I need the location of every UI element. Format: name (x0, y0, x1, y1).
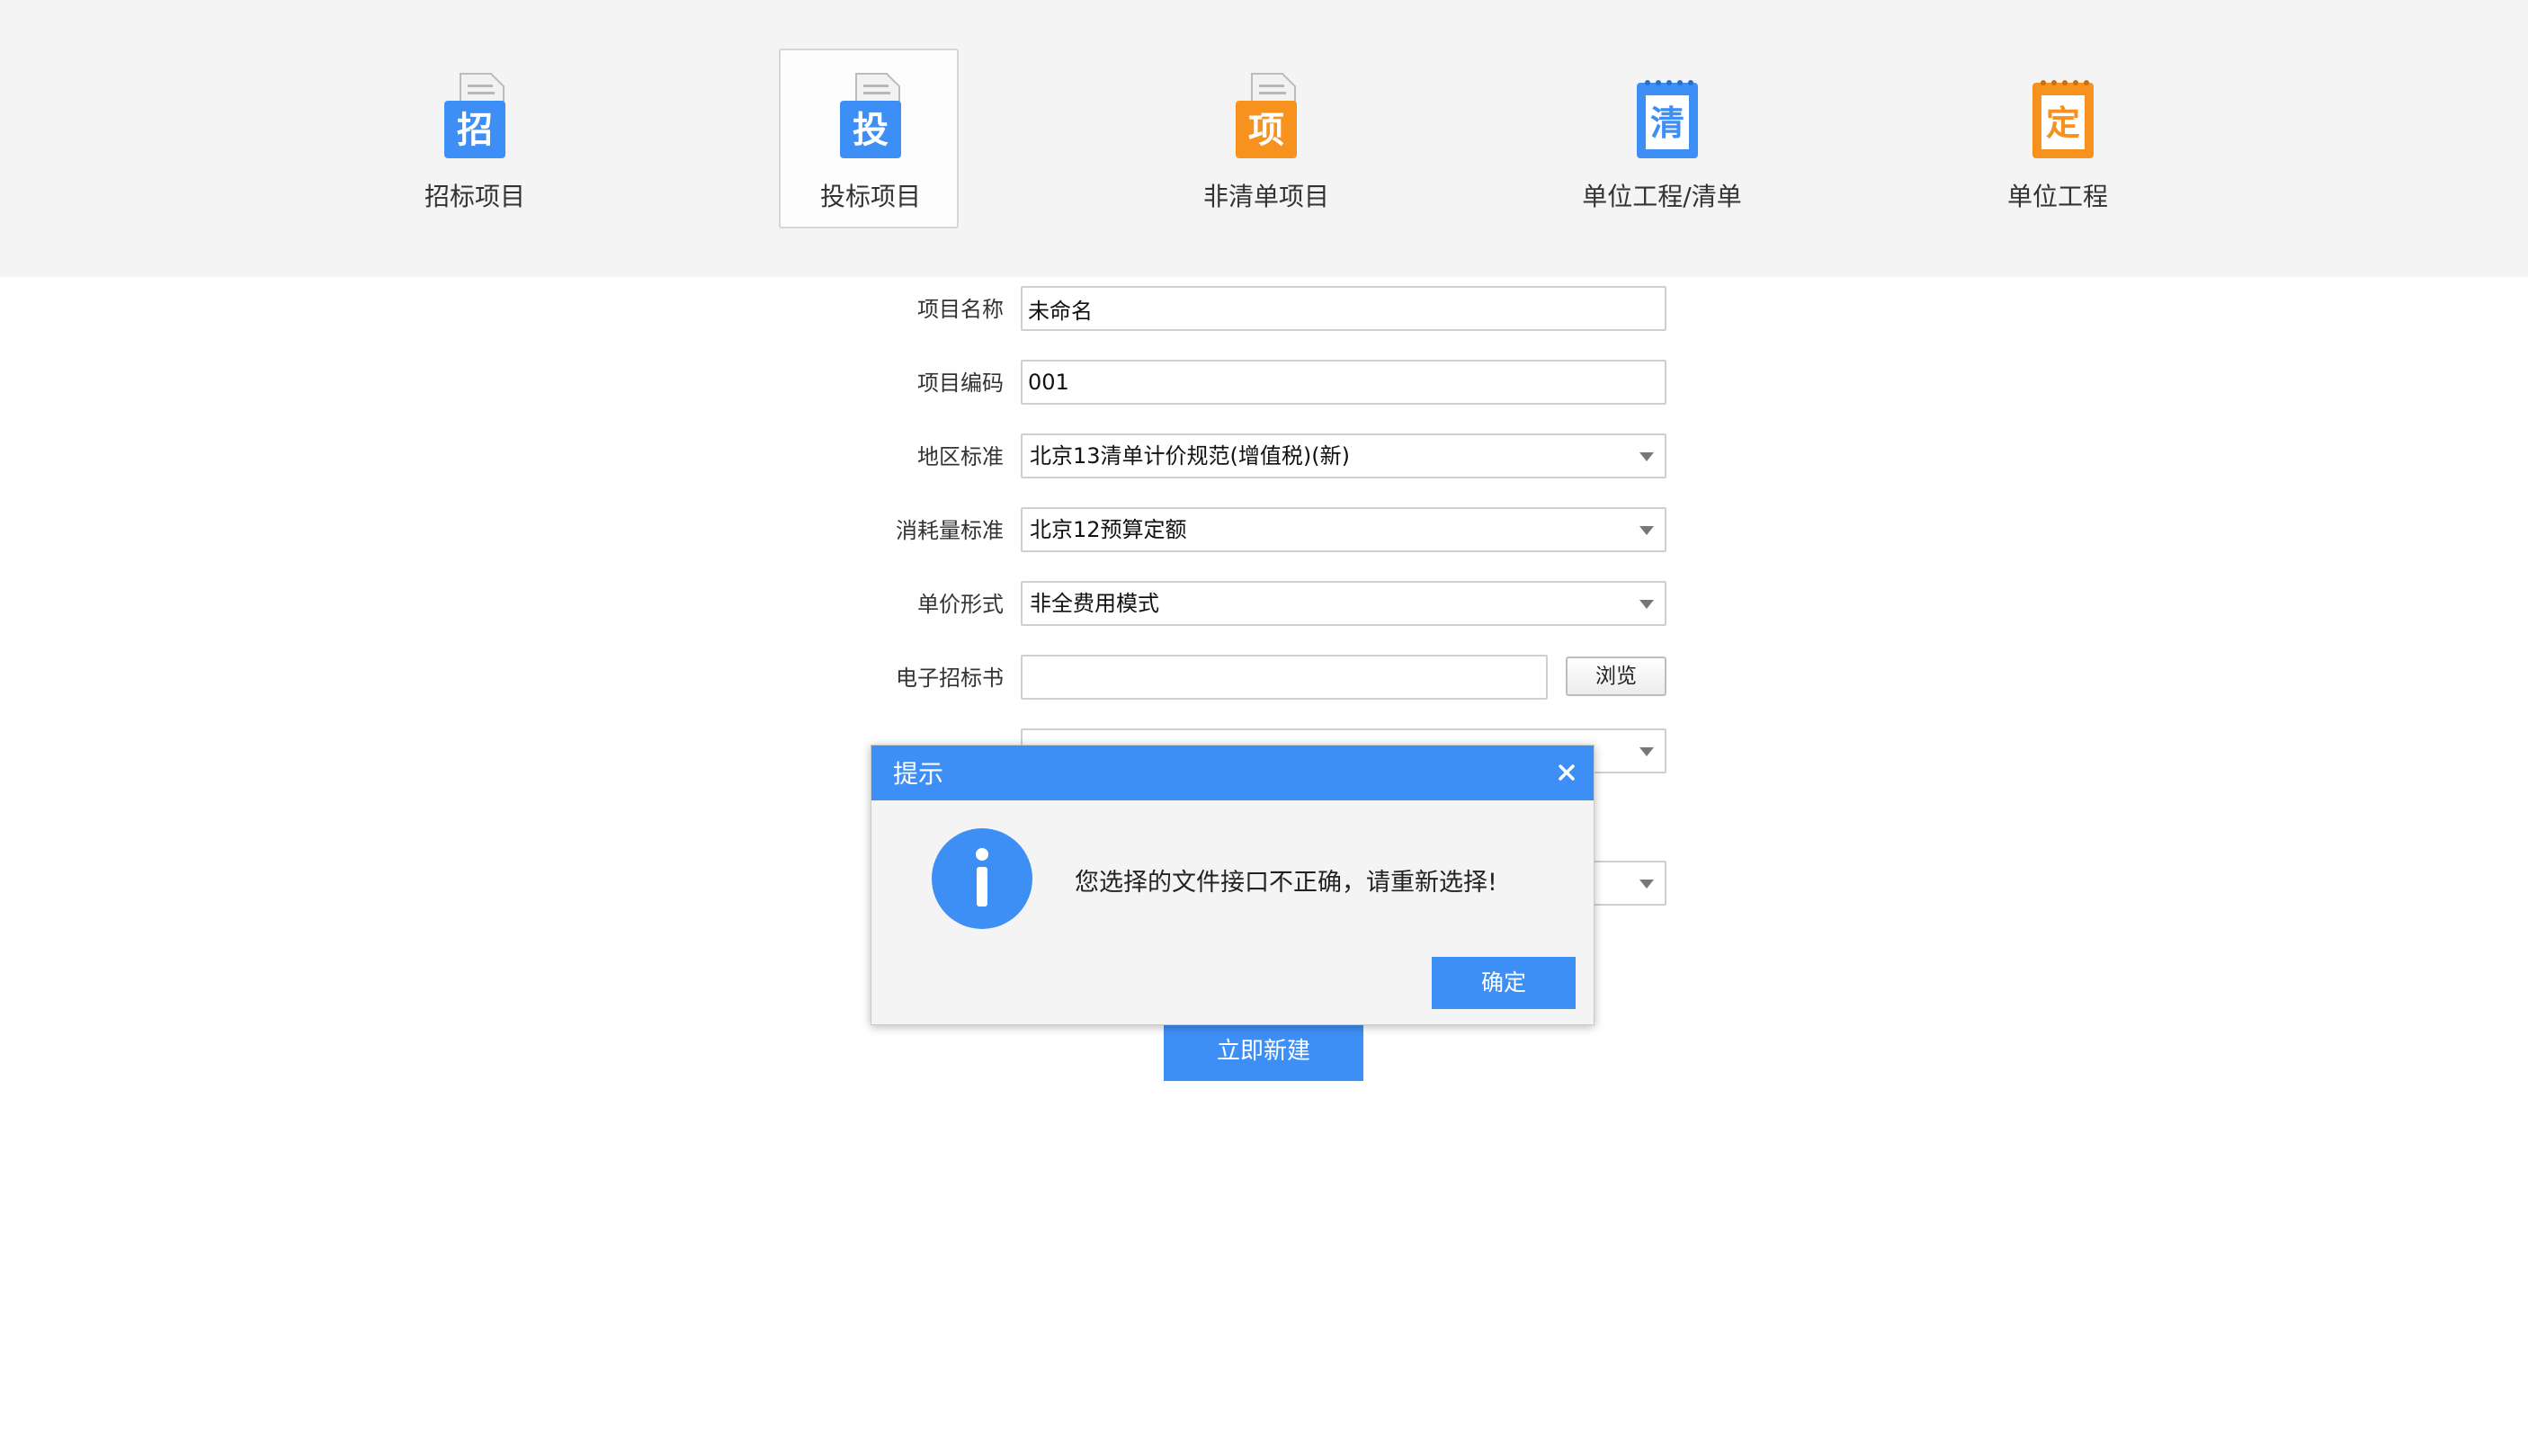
row-region-standard: 地区标准 北京13清单计价规范(增值税)(新) (0, 433, 2528, 480)
non-list-doc-icon: 项 (1236, 73, 1297, 158)
svg-text:投: 投 (853, 110, 889, 151)
project-name-label: 项目名称 (917, 297, 1004, 322)
unit-price-form-select[interactable]: 非全费用模式 (1021, 581, 1666, 626)
prompt-dialog: 提示 您选择的文件接口不正确，请重新选择! 确定 (871, 745, 1595, 1025)
region-standard-select[interactable]: 北京13清单计价规范(增值税)(新) (1021, 433, 1666, 478)
project-code-input[interactable] (1021, 360, 1666, 405)
svg-text:定: 定 (2046, 103, 2080, 143)
e-tender-path-input[interactable] (1021, 655, 1548, 700)
unit-price-form-label: 单价形式 (917, 592, 1004, 617)
consumption-standard-select[interactable]: 北京12预算定额 (1021, 507, 1666, 552)
info-icon (932, 828, 1032, 929)
chevron-down-icon (1639, 747, 1654, 756)
project-code-label: 项目编码 (917, 371, 1004, 396)
type-label-non-list: 非清单项目 (1202, 182, 1329, 211)
create-now-button[interactable]: 立即新建 (1164, 1022, 1363, 1081)
browse-button[interactable]: 浏览 (1566, 657, 1666, 696)
type-card-non-list[interactable]: 项 非清单项目 (1175, 49, 1354, 228)
dialog-header: 提示 (871, 746, 1594, 800)
notepad-list-icon: 清 (1637, 80, 1698, 158)
dialog-message: 您选择的文件接口不正确，请重新选择! (1075, 869, 1497, 897)
type-label-unit-quota: 单位工程 (2006, 182, 2108, 211)
row-project-name: 项目名称 (0, 286, 2528, 333)
close-icon[interactable] (1552, 758, 1581, 787)
row-e-tender: 电子招标书 浏览 (0, 655, 2528, 701)
row-unit-price-form: 单价形式 非全费用模式 (0, 581, 2528, 628)
notepad-quota-icon: 定 (2032, 80, 2094, 158)
consumption-standard-label: 消耗量标准 (896, 518, 1004, 543)
type-label-bid: 投标项目 (819, 182, 921, 211)
chevron-down-icon (1639, 880, 1654, 889)
row-consumption-standard: 消耗量标准 北京12预算定额 (0, 507, 2528, 554)
row-project-code: 项目编码 (0, 360, 2528, 406)
chevron-down-icon (1639, 452, 1654, 461)
e-tender-label: 电子招标书 (896, 665, 1004, 691)
type-card-tender[interactable]: 招 招标项目 (383, 49, 563, 228)
consumption-standard-value: 北京12预算定额 (1030, 517, 1187, 542)
chevron-down-icon (1639, 526, 1654, 535)
type-card-unit-list[interactable]: 清 单位工程/清单 (1570, 49, 1750, 228)
project-name-input[interactable] (1021, 286, 1666, 331)
svg-text:项: 项 (1248, 110, 1284, 151)
tender-doc-icon: 招 (444, 73, 505, 158)
project-type-bar: 招 招标项目 投 投标项目 项 非清单项目 清 单位工程/清单 定 单位工程 (0, 0, 2528, 277)
bid-doc-icon: 投 (840, 73, 901, 158)
type-label-tender: 招标项目 (424, 182, 525, 211)
type-card-unit-quota[interactable]: 定 单位工程 (1966, 49, 2146, 228)
type-card-bid[interactable]: 投 投标项目 (779, 49, 959, 228)
region-standard-value: 北京13清单计价规范(增值税)(新) (1030, 443, 1350, 469)
confirm-button[interactable]: 确定 (1432, 957, 1576, 1009)
type-label-unit-list: 单位工程/清单 (1582, 182, 1742, 211)
chevron-down-icon (1639, 600, 1654, 609)
unit-price-form-value: 非全费用模式 (1030, 591, 1159, 616)
dialog-title: 提示 (893, 759, 944, 789)
svg-text:招: 招 (457, 110, 493, 151)
region-standard-label: 地区标准 (917, 444, 1004, 469)
svg-text:清: 清 (1650, 103, 1684, 143)
